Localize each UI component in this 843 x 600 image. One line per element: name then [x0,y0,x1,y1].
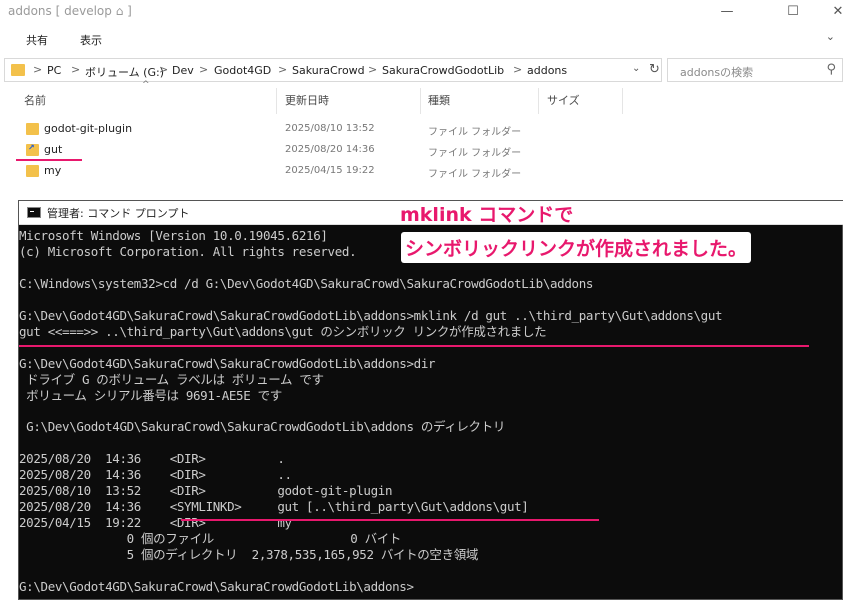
maximize-button[interactable]: ☐ [770,2,816,24]
breadcrumb-separator: > [159,63,169,76]
search-icon: ⚲ [826,62,836,77]
console-line: 2025/04/15 19:22 <DIR> my [19,515,292,531]
annotation-line-1: mklink コマンドで [400,204,574,226]
maximize-icon: ☐ [787,4,799,19]
console-line: 2025/08/20 14:36 <DIR> . [19,451,285,467]
folder-icon [26,123,39,135]
console-line: G:\Dev\Godot4GD\SakuraCrowd\SakuraCrowdG… [19,307,723,323]
console-line: G:\Dev\Godot4GD\SakuraCrowd\SakuraCrowdG… [19,355,436,371]
breadcrumb-separator: > [71,63,81,76]
breadcrumb-addons[interactable]: addons [527,64,567,77]
file-name[interactable]: godot-git-plugin [44,122,132,135]
explorer-titlebar: addons [ develop ⌂ ] — ☐ ✕ [0,0,843,26]
address-bar[interactable]: > PC > ボリューム (G:) > Dev > Godot4GD > Sak… [4,58,662,82]
file-type: ファイル フォルダー [428,127,522,138]
breadcrumb-separator: > [278,63,288,76]
console-line: 2025/08/20 14:36 <DIR> .. [19,467,292,483]
column-divider[interactable] [538,88,539,114]
sort-ascending-icon: ^ [142,80,150,90]
search-placeholder: addonsの検索 [680,66,754,79]
chevron-down-icon[interactable]: ⌄ [826,30,835,43]
minimize-icon: — [720,4,734,19]
file-name[interactable]: gut [44,143,62,156]
breadcrumb-godot4gd[interactable]: Godot4GD [214,64,271,77]
folder-icon [11,64,25,76]
breadcrumb-dev[interactable]: Dev [172,64,194,77]
console-line: gut <<===>> ..\third_party\Gut\addons\gu… [19,323,547,339]
console-icon [27,207,41,218]
file-date: 2025/08/10 13:52 [285,123,375,134]
cmd-title: 管理者: コマンド プロンプト [47,207,190,220]
breadcrumb-volume[interactable]: ボリューム (G:) [85,64,164,80]
column-header-size[interactable]: サイズ [547,92,580,108]
file-name[interactable]: my [44,164,61,177]
console-line: C:\Windows\system32>cd /d G:\Dev\Godot4G… [19,275,594,291]
address-row: > PC > ボリューム (G:) > Dev > Godot4GD > Sak… [0,56,843,84]
chevron-down-icon[interactable]: ⌄ [632,63,640,74]
breadcrumb-separator: > [33,63,43,76]
tab-share[interactable]: 共有 [26,32,48,48]
breadcrumb-sakuracrowdgodotlib[interactable]: SakuraCrowdGodotLib [382,64,504,77]
file-date: 2025/04/15 19:22 [285,165,375,176]
console-line: ドライブ G のボリューム ラベルは ボリューム です [19,371,324,387]
console-line: G:\Dev\Godot4GD\SakuraCrowd\SakuraCrowdG… [19,578,414,594]
refresh-icon[interactable]: ↻ [649,62,660,77]
column-header-name[interactable]: 名前 [24,92,46,108]
breadcrumb-separator: > [513,63,523,76]
file-date: 2025/08/20 14:36 [285,144,375,155]
console-line: 2025/08/10 13:52 <DIR> godot-git-plugin [19,483,393,499]
breadcrumb-sakuracrowd[interactable]: SakuraCrowd [292,64,365,77]
highlight-underline [16,159,82,161]
console-line: 5 個のディレクトリ 2,378,535,165,952 バイトの空き領域 [19,547,479,562]
highlight-underline [19,345,809,347]
ribbon: 共有 表示 ⌄ [0,26,843,54]
column-divider[interactable] [420,88,421,114]
console-line: 2025/08/20 14:36 <SYMLINKD> gut [..\thir… [19,499,529,515]
annotation-line-2: シンボリックリンクが作成されました。 [402,233,751,262]
file-type: ファイル フォルダー [428,169,522,180]
close-button[interactable]: ✕ [815,2,843,24]
breadcrumb-pc[interactable]: PC [47,64,61,77]
console-line: G:\Dev\Godot4GD\SakuraCrowd\SakuraCrowdG… [19,419,506,435]
column-header-type[interactable]: 種類 [428,92,450,108]
folder-icon [26,165,39,177]
tab-view[interactable]: 表示 [80,32,102,48]
breadcrumb-separator: > [368,63,378,76]
highlight-underline [181,519,599,521]
symlink-folder-icon [26,143,39,156]
minimize-button[interactable]: — [704,2,750,24]
column-divider[interactable] [622,88,623,114]
column-header-date[interactable]: 更新日時 [285,92,329,108]
console-line: ボリューム シリアル番号は 9691-AE5E です [19,387,282,403]
console-line: 0 個のファイル 0 バイト [19,531,402,547]
close-icon: ✕ [832,4,843,19]
column-divider[interactable] [276,88,277,114]
search-input[interactable]: addonsの検索 ⚲ [667,58,843,82]
window-title: addons [ develop ⌂ ] [8,4,132,18]
breadcrumb-separator: > [199,63,209,76]
file-type: ファイル フォルダー [428,148,522,159]
